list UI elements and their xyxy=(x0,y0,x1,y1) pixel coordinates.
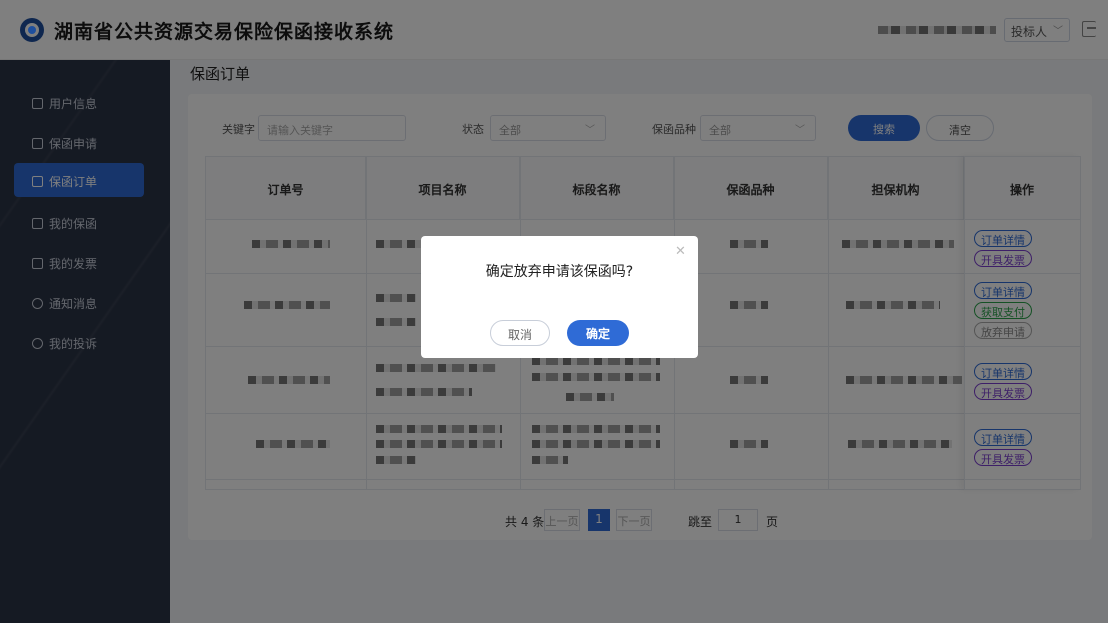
dialog-message: 确定放弃申请该保函吗? xyxy=(485,264,634,280)
confirm-dialog xyxy=(421,236,698,358)
cancel-button[interactable]: 取消 xyxy=(490,320,550,346)
confirm-button[interactable]: 确定 xyxy=(567,320,629,346)
close-icon[interactable]: ✕ xyxy=(675,244,686,259)
